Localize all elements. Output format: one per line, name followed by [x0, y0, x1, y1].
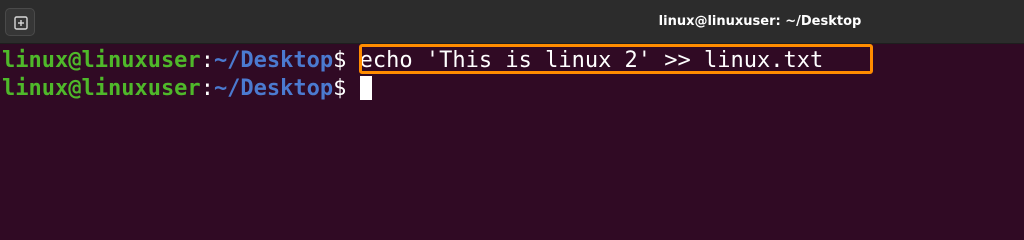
new-tab-icon	[14, 16, 28, 30]
prompt-colon: :	[200, 48, 214, 73]
prompt-path: ~/Desktop	[213, 48, 334, 73]
terminal-line: linux@linuxuser:~/Desktop$	[2, 75, 372, 103]
command-highlight-box	[359, 44, 873, 74]
prompt-user: linux@linuxuser	[2, 48, 201, 73]
new-tab-button[interactable]	[5, 8, 35, 36]
prompt-symbol: $	[333, 76, 347, 101]
prompt-path: ~/Desktop	[213, 76, 334, 101]
terminal-window: linux@linuxuser: ~/Desktop linux@linuxus…	[0, 0, 1024, 236]
prompt-symbol: $	[333, 48, 347, 73]
terminal-output[interactable]: linux@linuxuser:~/Desktop$ echo 'This is…	[0, 44, 1024, 236]
command-input[interactable]	[346, 76, 359, 101]
text-cursor	[359, 76, 372, 100]
prompt-user: linux@linuxuser	[2, 76, 201, 101]
title-bar: linux@linuxuser: ~/Desktop	[0, 0, 1024, 44]
prompt-colon: :	[200, 76, 214, 101]
window-title: linux@linuxuser: ~/Desktop	[658, 14, 862, 29]
